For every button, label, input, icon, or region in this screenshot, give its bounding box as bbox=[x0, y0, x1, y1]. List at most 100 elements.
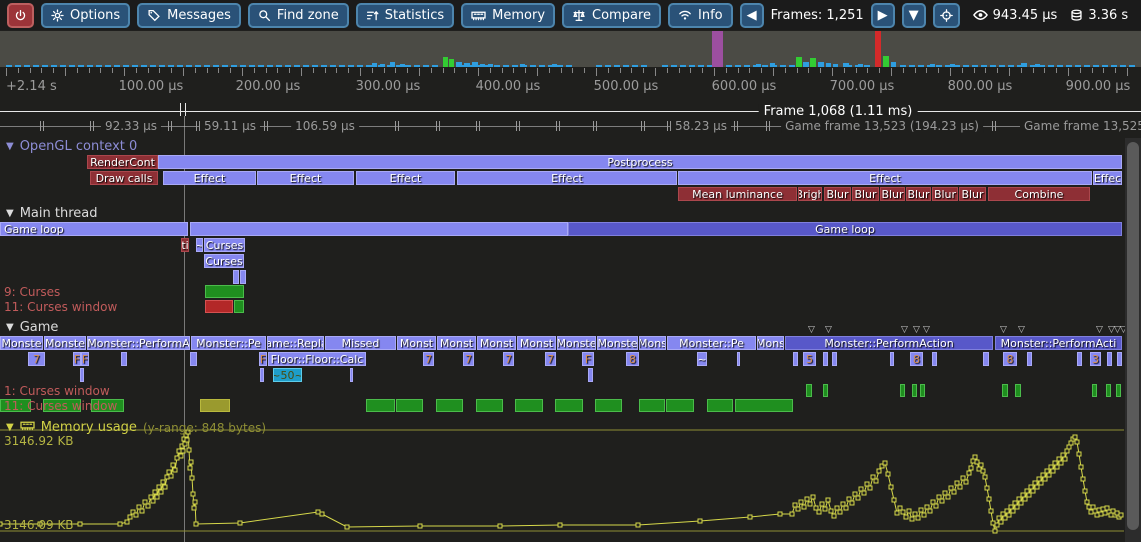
zone-bar[interactable]: Blur bbox=[880, 187, 905, 201]
zone-bar[interactable]: 7 bbox=[28, 352, 45, 366]
frame-time-histogram[interactable] bbox=[0, 31, 1141, 67]
zone-bar[interactable]: Monster::Pe bbox=[667, 336, 756, 350]
zone-bar[interactable]: F bbox=[73, 352, 81, 366]
options-button[interactable]: Options bbox=[41, 3, 130, 28]
zone-bar[interactable]: Monste bbox=[0, 336, 43, 350]
opengl-section-header[interactable]: ▼ OpenGL context 0 bbox=[6, 139, 137, 154]
scrollbar-thumb[interactable] bbox=[1127, 142, 1139, 530]
zone-bar[interactable] bbox=[190, 222, 568, 236]
zone-bar[interactable]: F bbox=[582, 352, 594, 366]
zone-bar[interactable] bbox=[190, 352, 197, 366]
zone-bar[interactable] bbox=[932, 352, 937, 366]
zone-bar[interactable] bbox=[1117, 352, 1122, 366]
zone-bar[interactable]: Blur bbox=[906, 187, 931, 201]
zone-bar[interactable]: 7 bbox=[423, 352, 434, 366]
zone-bar[interactable]: Monst bbox=[437, 336, 476, 350]
zone-bar[interactable]: Blur bbox=[852, 187, 879, 201]
zone-bar[interactable]: Effect bbox=[163, 171, 256, 185]
zone-bar[interactable] bbox=[1116, 384, 1121, 397]
info-button[interactable]: Info bbox=[668, 3, 733, 28]
zone-bar[interactable] bbox=[205, 285, 244, 298]
zone-bar[interactable] bbox=[639, 399, 665, 412]
lock-label[interactable]: 9: Curses bbox=[4, 285, 60, 299]
zone-bar[interactable]: Monster::PerformAction bbox=[785, 336, 993, 350]
zone-bar[interactable]: ~ bbox=[697, 352, 707, 366]
message-marker-icon[interactable]: ▽ bbox=[1096, 326, 1103, 335]
zone-bar[interactable]: Game::Replay bbox=[267, 336, 324, 350]
prev-frame-button[interactable]: ◀ bbox=[740, 3, 764, 28]
zone-bar[interactable] bbox=[396, 399, 423, 412]
zone-bar[interactable] bbox=[588, 368, 593, 382]
zone-bar[interactable]: Monste bbox=[557, 336, 596, 350]
zone-bar[interactable] bbox=[350, 368, 353, 382]
zone-bar[interactable]: Effect bbox=[356, 171, 455, 185]
zone-bar[interactable] bbox=[205, 300, 233, 313]
zone-bar[interactable]: Blur bbox=[932, 187, 958, 201]
zone-bar[interactable] bbox=[666, 399, 694, 412]
zone-bar[interactable] bbox=[1106, 384, 1111, 397]
zone-bar[interactable]: 8 bbox=[1003, 352, 1017, 366]
zone-bar[interactable] bbox=[983, 352, 989, 366]
zone-bar[interactable] bbox=[121, 352, 127, 366]
zone-bar[interactable] bbox=[555, 399, 583, 412]
compare-button[interactable]: Compare bbox=[562, 3, 661, 28]
zone-bar[interactable] bbox=[920, 384, 925, 397]
zone-bar[interactable]: 3 bbox=[1090, 352, 1101, 366]
zone-bar[interactable] bbox=[80, 368, 84, 382]
zone-bar[interactable] bbox=[1107, 352, 1112, 366]
zone-bar[interactable]: 8 bbox=[626, 352, 639, 366]
zone-bar[interactable] bbox=[832, 352, 837, 366]
zone-bar[interactable] bbox=[515, 399, 543, 412]
zone-bar[interactable]: Combine bbox=[988, 187, 1090, 201]
zone-bar[interactable]: Game loop bbox=[0, 222, 188, 236]
zone-bar[interactable] bbox=[806, 384, 812, 397]
zone-bar[interactable]: Effect bbox=[457, 171, 677, 185]
zone-bar[interactable] bbox=[1092, 384, 1097, 397]
zone-bar[interactable]: Monster::PerformA bbox=[87, 336, 190, 350]
zone-bar[interactable] bbox=[200, 399, 230, 412]
message-marker-icon[interactable]: ▽ bbox=[913, 326, 920, 335]
memory-button[interactable]: Memory bbox=[461, 3, 555, 28]
zone-bar[interactable]: 7 bbox=[503, 352, 514, 366]
zone-bar[interactable] bbox=[1027, 352, 1032, 366]
zone-bar[interactable] bbox=[1015, 384, 1021, 397]
zone-bar[interactable]: Curses bbox=[204, 254, 244, 268]
zone-bar[interactable] bbox=[234, 300, 244, 313]
zone-bar[interactable]: Mons bbox=[639, 336, 666, 350]
zone-bar[interactable] bbox=[737, 352, 740, 366]
message-marker-icon[interactable]: ▽ bbox=[901, 326, 908, 335]
zone-bar[interactable]: Missed bbox=[325, 336, 396, 350]
zone-bar[interactable]: Curses bbox=[204, 238, 245, 252]
zone-bar[interactable] bbox=[366, 399, 395, 412]
zone-bar[interactable]: Postprocess bbox=[158, 155, 1122, 169]
messages-button[interactable]: Messages bbox=[137, 3, 241, 28]
goto-frame-button[interactable] bbox=[933, 3, 960, 28]
zone-bar[interactable]: Monste bbox=[597, 336, 638, 350]
zone-bar[interactable]: Monster::Pe bbox=[191, 336, 266, 350]
zone-bar[interactable]: ti bbox=[181, 238, 189, 252]
zone-bar[interactable] bbox=[823, 384, 828, 397]
lock-label[interactable]: 11: Curses window bbox=[4, 300, 117, 314]
zone-bar[interactable] bbox=[595, 399, 622, 412]
zone-bar[interactable]: Monst bbox=[397, 336, 436, 350]
zone-bar[interactable]: 8 bbox=[910, 352, 923, 366]
zone-bar[interactable]: Blur bbox=[824, 187, 851, 201]
zone-bar[interactable]: Mean luminance bbox=[678, 187, 797, 201]
zone-bar[interactable] bbox=[707, 399, 733, 412]
game-section-header[interactable]: ▼ Game bbox=[6, 320, 58, 335]
zone-bar[interactable]: Brigh bbox=[798, 187, 822, 201]
zone-bar[interactable] bbox=[260, 368, 264, 382]
zone-bar[interactable]: 7 bbox=[545, 352, 556, 366]
zone-bar[interactable]: Game loop bbox=[568, 222, 1122, 236]
zone-bar[interactable]: Mons bbox=[757, 336, 784, 350]
power-button[interactable] bbox=[7, 3, 34, 28]
zone-bar[interactable]: Effec bbox=[1093, 171, 1122, 185]
message-marker-icon[interactable]: ▽ bbox=[1018, 326, 1025, 335]
find-zone-button[interactable]: Find zone bbox=[248, 3, 349, 28]
zone-bar[interactable] bbox=[1077, 352, 1082, 366]
zone-bar[interactable]: Draw calls bbox=[90, 171, 158, 185]
zone-bar[interactable]: Floor::Floor::Calc bbox=[268, 352, 366, 366]
zone-bar[interactable]: RenderCont bbox=[87, 155, 158, 169]
zone-bar[interactable]: Monst bbox=[517, 336, 556, 350]
zone-bar[interactable] bbox=[890, 352, 894, 366]
